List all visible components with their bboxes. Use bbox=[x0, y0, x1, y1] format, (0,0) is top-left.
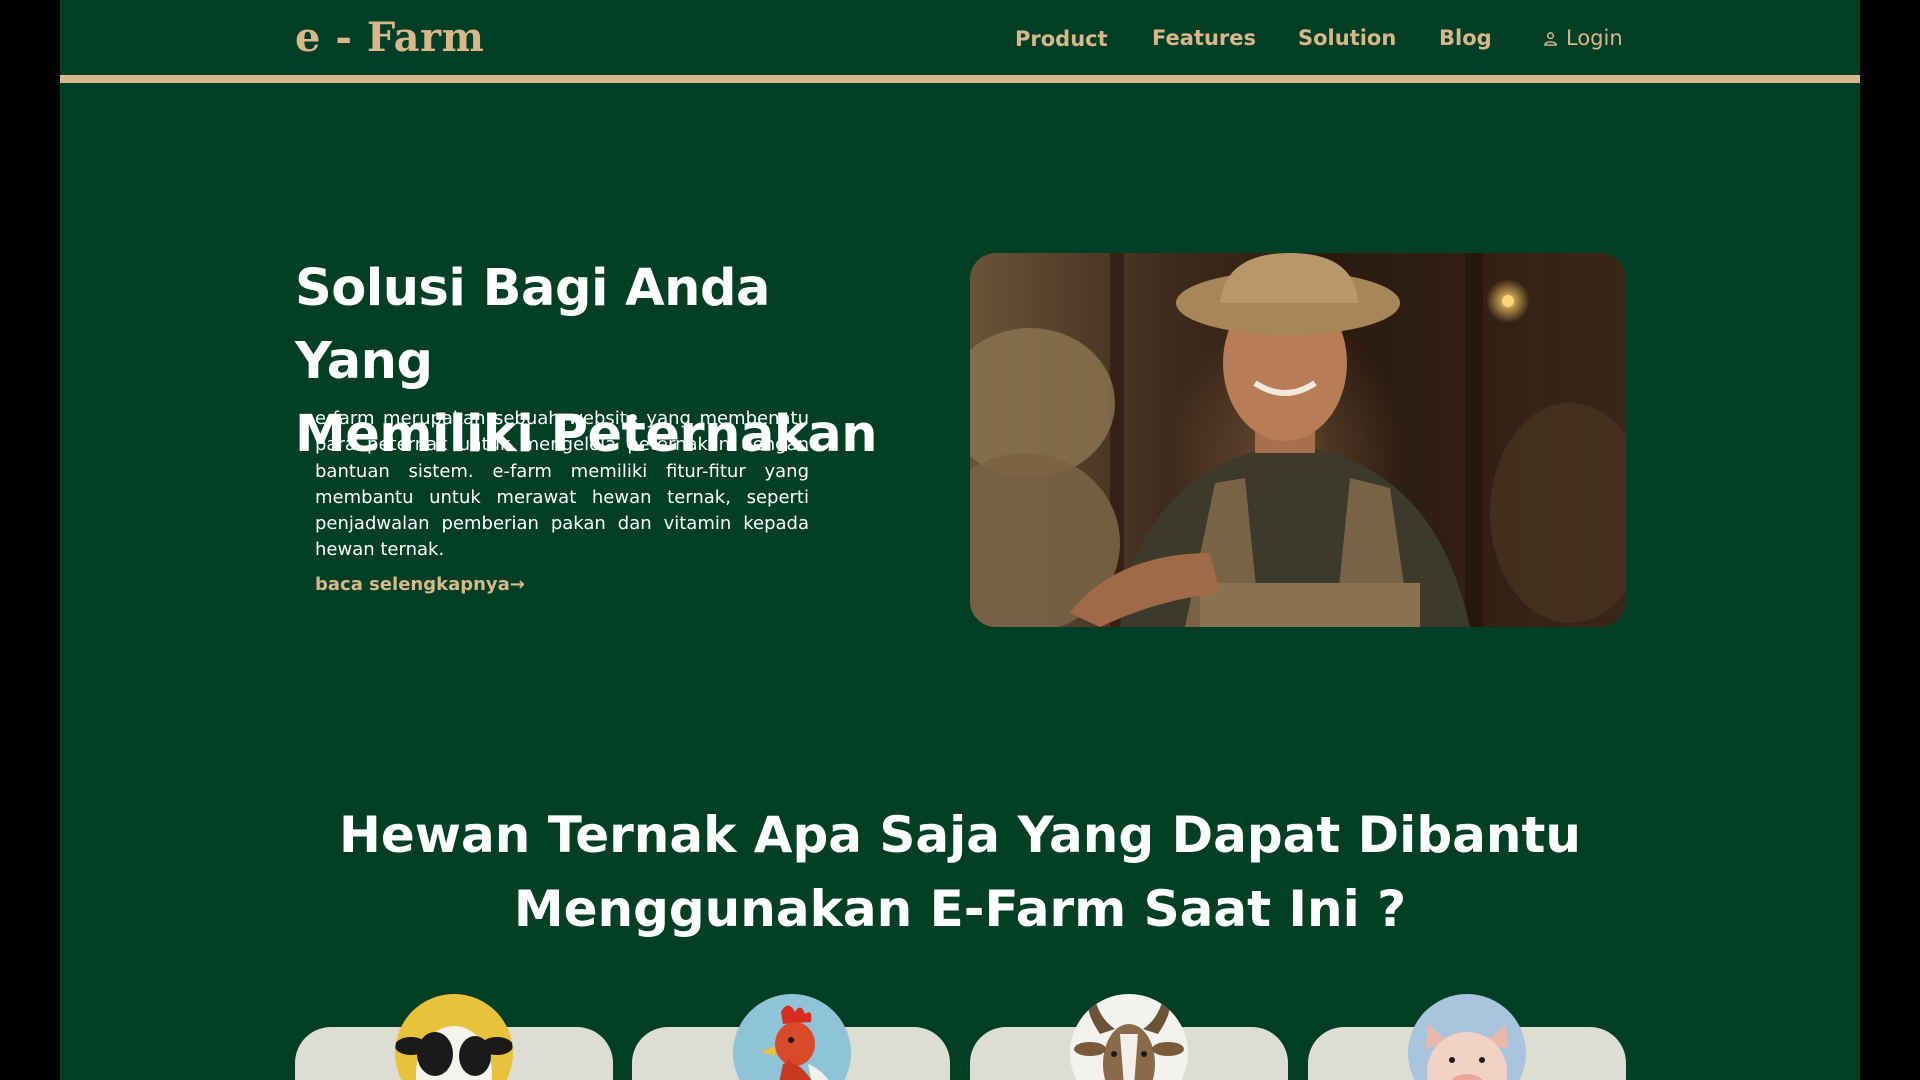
farmer-photo bbox=[970, 253, 1626, 627]
animals-section-title-line-2: Menggunakan E-Farm Saat Ini ? bbox=[513, 880, 1407, 938]
user-icon bbox=[1544, 31, 1557, 46]
pig-icon[interactable] bbox=[1408, 994, 1526, 1080]
login-button[interactable]: Login bbox=[1543, 26, 1623, 50]
animals-section-title: Hewan Ternak Apa Saja Yang Dapat Dibantu… bbox=[60, 798, 1860, 946]
nav-item-product[interactable]: Product bbox=[1015, 27, 1108, 51]
farmer-illustration bbox=[970, 253, 1626, 627]
read-more-link[interactable]: baca selengkapnya→ bbox=[315, 574, 525, 595]
login-label: Login bbox=[1566, 26, 1623, 50]
top-navbar: e - Farm Product Features Solution Blog … bbox=[60, 0, 1860, 83]
goat-icon[interactable] bbox=[1070, 994, 1188, 1080]
hero-description: e-farm merupakan sebuah website yang mem… bbox=[315, 408, 809, 561]
cow-icon[interactable] bbox=[395, 994, 513, 1080]
animals-section-title-line-1: Hewan Ternak Apa Saja Yang Dapat Dibantu bbox=[339, 806, 1581, 864]
nav-item-solution[interactable]: Solution bbox=[1298, 26, 1396, 50]
nav-item-blog[interactable]: Blog bbox=[1439, 26, 1492, 50]
chicken-icon[interactable] bbox=[733, 994, 851, 1080]
hero-title-line-1: Solusi Bagi Anda Yang bbox=[295, 259, 770, 391]
nav-item-features[interactable]: Features bbox=[1152, 26, 1256, 50]
logo[interactable]: e - Farm bbox=[295, 14, 484, 61]
landing-page: e - Farm Product Features Solution Blog … bbox=[60, 0, 1860, 1080]
